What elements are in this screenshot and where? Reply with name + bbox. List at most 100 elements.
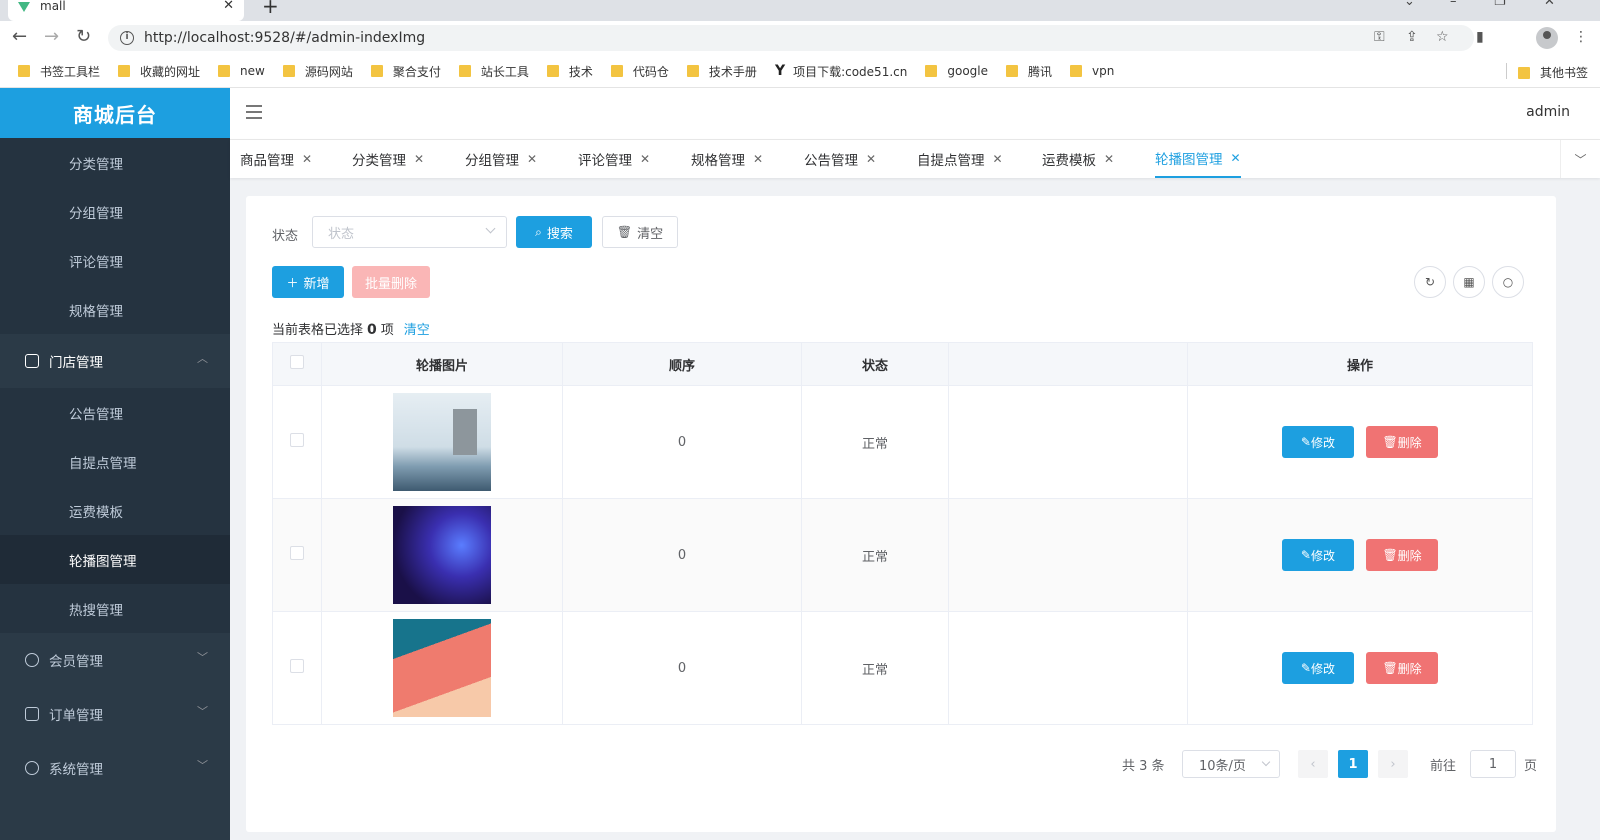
more-menu-icon[interactable]: ⋮ <box>1574 29 1588 45</box>
bookmark-item[interactable]: Y 项目下载:code51.cn <box>775 63 907 80</box>
sidebar-item-banner[interactable]: 轮播图管理 <box>0 535 230 584</box>
sidebar-logo[interactable]: 商城后台 <box>0 88 230 138</box>
sidebar-item-comment[interactable]: 评论管理 <box>0 236 230 285</box>
goto-page-input[interactable]: 1 <box>1470 750 1516 778</box>
trash-icon: 🗑 <box>616 225 633 239</box>
edit-button[interactable]: ✎ 修改 <box>1281 426 1354 458</box>
tag-notice[interactable]: 公告管理 ✕ <box>804 140 876 178</box>
close-icon[interactable]: ✕ <box>1104 152 1114 166</box>
sidebar-item-group[interactable]: 分组管理 <box>0 187 230 236</box>
new-tab-icon[interactable]: + <box>262 0 279 18</box>
close-icon[interactable]: ✕ <box>866 152 876 166</box>
tag-spec[interactable]: 规格管理 ✕ <box>691 140 763 178</box>
minimize-icon[interactable]: – <box>1450 0 1457 9</box>
row-checkbox[interactable] <box>290 659 304 673</box>
sidebar-item-order[interactable]: 订单管理 ﹀ <box>0 687 230 741</box>
reload-icon[interactable]: ↻ <box>76 26 91 47</box>
bookmark-item[interactable]: 收藏的网址 <box>118 63 200 80</box>
sidebar-item-member[interactable]: 会员管理 ﹀ <box>0 633 230 687</box>
sidebar-item-pickup[interactable]: 自提点管理 <box>0 437 230 486</box>
tag-comment[interactable]: 评论管理 ✕ <box>578 140 650 178</box>
sidebar-item-freight[interactable]: 运费模板 <box>0 486 230 535</box>
column-header-order: 顺序 <box>562 342 802 386</box>
hamburger-icon[interactable] <box>246 105 262 119</box>
close-icon[interactable]: ✕ <box>302 152 312 166</box>
bookmark-item[interactable]: 技术手册 <box>686 63 757 80</box>
pagination-total: 共 3 条 <box>1122 758 1165 774</box>
close-icon[interactable]: ✕ <box>753 152 763 166</box>
status-cell: 正常 <box>801 385 949 499</box>
delete-button[interactable]: 🗑 删除 <box>1366 652 1439 684</box>
profile-avatar[interactable] <box>1536 27 1558 49</box>
info-icon[interactable]: i <box>120 31 134 45</box>
sidebar-item-store[interactable]: 门店管理 ︿ <box>0 334 230 388</box>
sidebar-item-hot-search[interactable]: 热搜管理 <box>0 584 230 633</box>
sidebar-item-system[interactable]: 系统管理 ﹀ <box>0 741 230 795</box>
goto-prefix: 前往 <box>1430 758 1457 774</box>
close-icon[interactable]: ✕ <box>1231 151 1241 165</box>
clear-button[interactable]: 🗑 清空 <box>602 216 678 248</box>
close-icon[interactable]: ✕ <box>414 152 424 166</box>
select-all-checkbox[interactable] <box>290 355 304 369</box>
sidebar-item-category[interactable]: 分类管理 <box>0 138 230 187</box>
url-input[interactable]: i http://localhost:9528/#/admin-indexImg <box>108 25 1474 51</box>
restore-icon[interactable]: ❐ <box>1494 0 1506 9</box>
bookmark-item[interactable]: 代码仓 <box>610 63 669 80</box>
bookmark-item[interactable]: 聚合支付 <box>370 63 441 80</box>
tag-category[interactable]: 分类管理 ✕ <box>352 140 424 178</box>
batch-delete-button[interactable]: 批量删除 <box>352 266 430 298</box>
forward-icon[interactable]: → <box>44 26 59 47</box>
close-icon[interactable]: ✕ <box>223 0 234 13</box>
delete-button[interactable]: 🗑 删除 <box>1366 539 1439 571</box>
tag-group[interactable]: 分组管理 ✕ <box>465 140 537 178</box>
sidebar-item-notice[interactable]: 公告管理 <box>0 388 230 437</box>
clear-selection-link[interactable]: 清空 <box>404 323 430 338</box>
delete-button[interactable]: 🗑 删除 <box>1366 426 1439 458</box>
sidebar-item-spec[interactable]: 规格管理 <box>0 285 230 334</box>
close-icon[interactable]: ✕ <box>993 152 1003 166</box>
bookmark-item[interactable]: new <box>218 64 265 78</box>
bookmark-item[interactable]: 腾讯 <box>1006 63 1052 80</box>
page-number-button[interactable]: 1 <box>1338 750 1368 778</box>
tags-more-icon[interactable]: ﹀ <box>1560 140 1600 178</box>
tag-freight[interactable]: 运费模板 ✕ <box>1042 140 1114 178</box>
header-username[interactable]: admin <box>1526 104 1570 120</box>
bookmark-item[interactable]: 书签工具栏 <box>18 63 100 80</box>
share-icon[interactable]: ⇪ <box>1406 29 1418 45</box>
banner-thumbnail[interactable] <box>393 619 491 717</box>
prev-page-button[interactable]: ‹ <box>1298 750 1328 778</box>
side-panel-icon[interactable]: ▮ <box>1476 29 1484 45</box>
page-size-select[interactable]: 10条/页 <box>1182 750 1280 778</box>
search-icon[interactable]: ○ <box>1492 266 1524 298</box>
search-button[interactable]: ⌕ 搜索 <box>516 216 592 248</box>
close-icon[interactable]: ✕ <box>640 152 650 166</box>
status-select[interactable]: 状态 <box>312 216 507 248</box>
add-button[interactable]: ＋新增 <box>272 266 344 298</box>
tag-banner[interactable]: 轮播图管理 ✕ <box>1155 140 1241 178</box>
chevron-down-icon[interactable]: ⌄ <box>1404 0 1415 9</box>
star-icon[interactable]: ☆ <box>1436 29 1449 45</box>
next-page-button[interactable]: › <box>1378 750 1408 778</box>
banner-thumbnail[interactable] <box>393 393 491 491</box>
tag-product[interactable]: 商品管理 ✕ <box>240 140 312 178</box>
edit-button[interactable]: ✎ 修改 <box>1281 652 1354 684</box>
tag-pickup[interactable]: 自提点管理 ✕ <box>917 140 1003 178</box>
bookmark-item[interactable]: 源码网站 <box>282 63 353 80</box>
edit-button[interactable]: ✎ 修改 <box>1281 539 1354 571</box>
other-bookmarks[interactable]: 其他书签 <box>1518 64 1588 81</box>
back-icon[interactable]: ← <box>12 26 27 47</box>
bookmark-item[interactable]: vpn <box>1070 64 1114 78</box>
bookmark-item[interactable]: 站长工具 <box>458 63 529 80</box>
bookmark-item[interactable]: 技术 <box>546 63 593 80</box>
key-icon[interactable]: ⚿ <box>1374 29 1385 45</box>
row-checkbox[interactable] <box>290 546 304 560</box>
close-icon[interactable]: ✕ <box>527 152 537 166</box>
chevron-down-icon <box>1261 757 1271 767</box>
grid-icon[interactable]: ▦ <box>1453 266 1485 298</box>
row-checkbox[interactable] <box>290 433 304 447</box>
bookmark-item[interactable]: google <box>925 64 988 78</box>
window-close-icon[interactable]: ✕ <box>1544 0 1555 9</box>
browser-tab[interactable]: mall ✕ <box>8 0 244 21</box>
refresh-icon[interactable]: ↻ <box>1414 266 1446 298</box>
banner-thumbnail[interactable] <box>393 506 491 604</box>
